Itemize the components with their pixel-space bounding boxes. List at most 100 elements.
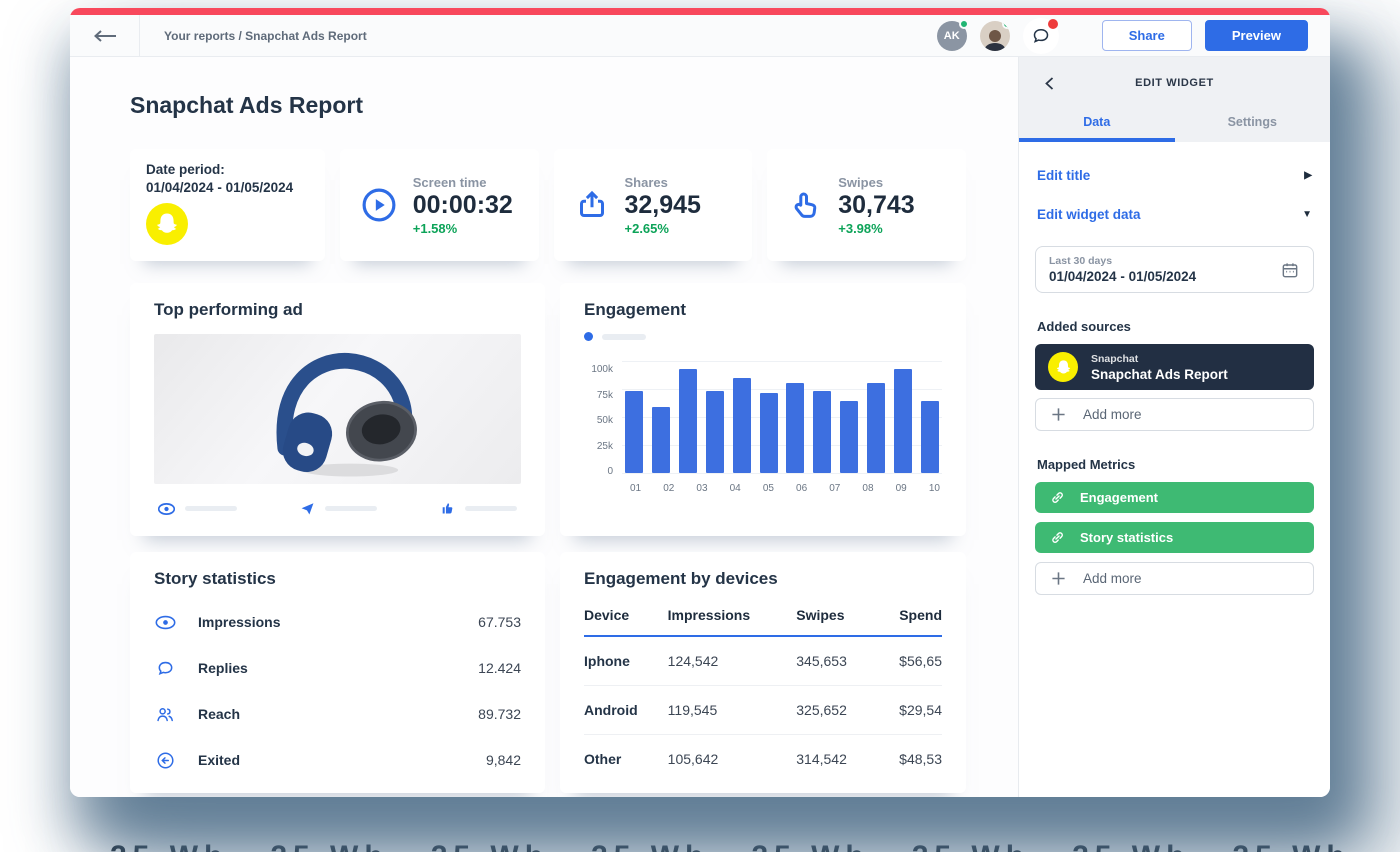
snapchat-ghost-icon xyxy=(153,210,181,238)
edit-widget-panel: EDIT WIDGET Data Settings Edit title ▶ E… xyxy=(1018,57,1330,797)
page-title: Snapchat Ads Report xyxy=(130,92,966,119)
plus-icon xyxy=(1051,407,1066,422)
ad-metrics-row xyxy=(154,501,521,516)
ad-image-headphones xyxy=(154,334,521,484)
background-clipped-text: 25 Wh 25 Wh 25 Wh 25 Wh 25 Wh 25 Wh 25 W… xyxy=(110,840,1370,852)
source-network: Snapchat xyxy=(1091,353,1228,365)
table-row: Other 105,642 314,542 $48,53 xyxy=(584,735,942,784)
add-source-button[interactable]: Add more xyxy=(1035,398,1314,431)
panel-back-button[interactable] xyxy=(1045,77,1054,90)
date-range-picker[interactable]: Last 30 days 01/04/2024 - 01/05/2024 xyxy=(1035,246,1314,293)
card-title: Engagement by devices xyxy=(584,569,942,589)
thumb-up-icon xyxy=(440,501,455,516)
snapchat-ghost-icon xyxy=(1054,358,1073,377)
x-tick: 10 xyxy=(929,483,940,494)
caret-right-icon: ▶ xyxy=(1304,170,1312,181)
online-dot xyxy=(1002,21,1010,29)
y-tick: 100k xyxy=(591,365,613,375)
eye-icon xyxy=(154,615,176,630)
source-card-snapchat[interactable]: Snapchat Snapchat Ads Report xyxy=(1035,344,1314,390)
stat-label: Screen time xyxy=(413,175,513,190)
panel-top: EDIT WIDGET Data Settings xyxy=(1019,57,1330,142)
x-tick: 02 xyxy=(663,483,674,494)
edit-title-row[interactable]: Edit title ▶ xyxy=(1037,168,1312,183)
play-circle-icon xyxy=(360,186,398,224)
back-button[interactable] xyxy=(70,15,140,56)
card-title: Top performing ad xyxy=(154,300,521,320)
story-row-reach: Reach 89.732 xyxy=(154,691,521,737)
stat-card-screen-time: Screen time 00:00:32 +1.58% xyxy=(340,149,539,261)
add-metric-button[interactable]: Add more xyxy=(1035,562,1314,595)
plus-icon xyxy=(1051,571,1066,586)
mapped-metric-story-statistics[interactable]: Story statistics xyxy=(1035,522,1314,553)
chat-bubble-icon xyxy=(154,659,176,678)
online-dot xyxy=(959,19,969,29)
edit-widget-data-row[interactable]: Edit widget data ▼ xyxy=(1037,207,1312,222)
ad-metric-likes xyxy=(440,501,517,516)
avatar-photo[interactable] xyxy=(980,21,1010,51)
caret-down-icon: ▼ xyxy=(1302,209,1312,220)
bar xyxy=(786,383,804,473)
y-tick: 25k xyxy=(597,442,613,452)
eye-icon xyxy=(158,503,175,515)
source-name: Snapchat Ads Report xyxy=(1091,367,1228,382)
legend-dot xyxy=(584,332,593,341)
date-period-label: Date period: xyxy=(146,162,309,177)
app-window: Your reports / Snapchat Ads Report AK xyxy=(70,8,1330,797)
chart-legend xyxy=(584,332,942,341)
notification-dot xyxy=(1048,19,1058,29)
back-arrow-icon xyxy=(93,30,117,42)
avatar-initials[interactable]: AK xyxy=(937,21,967,51)
bar xyxy=(840,401,858,473)
headphones-illustration xyxy=(213,335,463,483)
breadcrumb[interactable]: Your reports / Snapchat Ads Report xyxy=(164,29,367,43)
story-row-exited: Exited 9,842 xyxy=(154,737,521,783)
stat-delta: +2.65% xyxy=(625,221,701,236)
preview-button[interactable]: Preview xyxy=(1205,20,1308,51)
placeholder-pill xyxy=(185,506,237,511)
share-icon xyxy=(574,187,610,223)
panel-tabs: Data Settings xyxy=(1019,109,1330,142)
share-button[interactable]: Share xyxy=(1102,20,1192,51)
x-tick: 04 xyxy=(730,483,741,494)
chat-button[interactable] xyxy=(1023,18,1059,54)
x-tick: 07 xyxy=(829,483,840,494)
panel-header: EDIT WIDGET xyxy=(1019,57,1330,109)
stat-delta: +3.98% xyxy=(838,221,914,236)
exit-arrow-icon xyxy=(154,751,176,770)
ad-metric-views xyxy=(158,501,237,516)
card-title: Engagement xyxy=(584,300,942,320)
send-icon xyxy=(300,501,315,516)
gridline xyxy=(622,473,942,474)
stat-card-shares: Shares 32,945 +2.65% xyxy=(554,149,753,261)
engagement-x-axis: 01020304050607080910 xyxy=(630,483,940,494)
stat-value: 30,743 xyxy=(838,191,914,220)
stats-row: Date period: 01/04/2024 - 01/05/2024 xyxy=(130,149,966,261)
snapchat-badge xyxy=(1048,352,1078,382)
table-row: Android 119,545 325,652 $29,54 xyxy=(584,686,942,735)
bar xyxy=(679,369,697,473)
toolbar-right: AK Share Preview xyxy=(937,18,1308,54)
bar xyxy=(733,378,751,473)
x-tick: 03 xyxy=(696,483,707,494)
stat-label: Swipes xyxy=(838,175,914,190)
date-period-value: 01/04/2024 - 01/05/2024 xyxy=(146,180,309,195)
tab-data[interactable]: Data xyxy=(1019,109,1175,142)
story-statistics-card: Story statistics Impressions 67.753 xyxy=(130,552,545,793)
y-tick: 0 xyxy=(607,467,613,477)
bar-chart: 100k75k50k25k0 xyxy=(584,361,942,473)
table-row: Iphone 124,542 345,653 $56,65 xyxy=(584,636,942,686)
link-icon xyxy=(1049,529,1066,546)
mapped-metric-engagement[interactable]: Engagement xyxy=(1035,482,1314,513)
bar xyxy=(760,393,778,473)
story-row-impressions: Impressions 67.753 xyxy=(154,599,521,645)
placeholder-pill xyxy=(325,506,377,511)
devices-table: Device Impressions Swipes Spend Iphone 1… xyxy=(584,597,942,783)
stat-card-date-period: Date period: 01/04/2024 - 01/05/2024 xyxy=(130,149,325,261)
card-title: Story statistics xyxy=(154,569,521,589)
tab-settings[interactable]: Settings xyxy=(1175,109,1331,142)
snapchat-badge xyxy=(146,203,188,245)
mapped-metrics-label: Mapped Metrics xyxy=(1037,457,1312,472)
placeholder-pill xyxy=(465,506,517,511)
calendar-icon xyxy=(1280,260,1300,280)
